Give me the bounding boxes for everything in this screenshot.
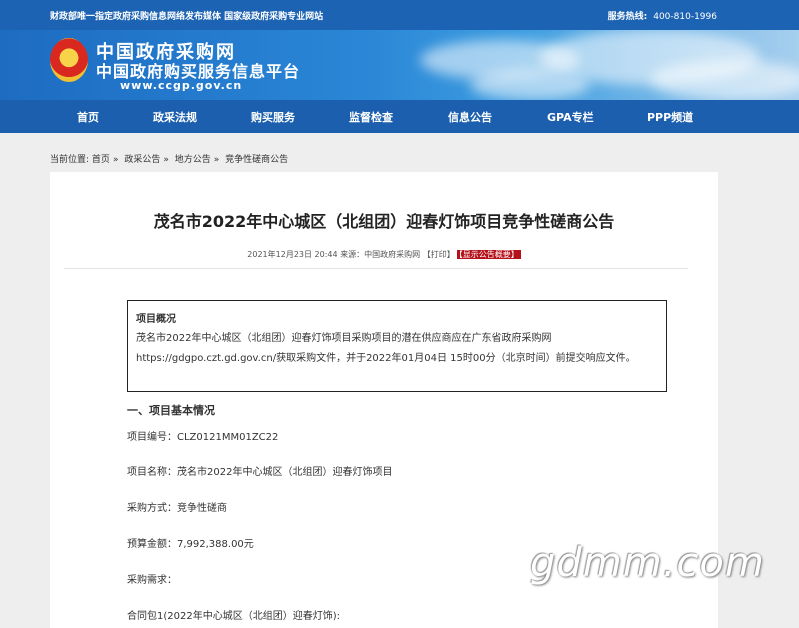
print-link[interactable]: 【打印】 <box>423 250 455 259</box>
field-project-number: 项目编号：CLZ0121MM01ZC22 <box>127 432 279 443</box>
breadcrumb-local[interactable]: 地方公告 <box>175 155 211 165</box>
overview-line: 茂名市2022年中心城区（北组团）迎春灯饰项目采购项目的潜在供应商应在广东省政府… <box>136 333 552 344</box>
nav-item-purchase-services[interactable]: 购买服务 <box>251 109 295 125</box>
breadcrumb-competitive-negotiation[interactable]: 竞争性磋商公告 <box>225 155 288 165</box>
main-nav: 首页 政采法规 购买服务 监督检查 信息公告 GPA专栏 PPP频道 <box>0 100 799 133</box>
project-overview-box: 项目概况 茂名市2022年中心城区（北组团）迎春灯饰项目采购项目的潜在供应商应在… <box>127 300 667 392</box>
breadcrumb-announcements[interactable]: 政采公告 <box>124 155 160 165</box>
nav-item-regulations[interactable]: 政采法规 <box>153 109 197 125</box>
publish-datetime: 2021年12月23日 20:44 <box>247 250 338 259</box>
show-summary-button[interactable]: 【显示公告概要】 <box>456 250 521 259</box>
overview-line: https://gdgpo.czt.gd.gov.cn/获取采购文件，并于202… <box>136 353 636 364</box>
breadcrumb-separator: » <box>213 155 220 165</box>
title-divider <box>64 268 688 269</box>
nav-item-home[interactable]: 首页 <box>77 109 99 125</box>
article-meta: 2021年12月23日 20:44 来源：中国政府采购网 【打印】 【显示公告概要… <box>50 249 718 260</box>
top-notice-bar: 财政部唯一指定政府采购信息网络发布媒体 国家级政府采购专业网站 服务热线: 400… <box>0 0 799 30</box>
nav-item-supervision[interactable]: 监督检查 <box>349 109 393 125</box>
overview-heading: 项目概况 <box>136 314 176 325</box>
article-title: 茂名市2022年中心城区（北组团）迎春灯饰项目竞争性磋商公告 <box>153 212 615 231</box>
hotline-label: 服务热线: <box>607 12 648 22</box>
breadcrumb-prefix: 当前位置: <box>50 155 90 165</box>
breadcrumb-home[interactable]: 首页 <box>92 155 110 165</box>
site-banner: 中国政府采购网 中国政府购买服务信息平台 www.ccgp.gov.cn <box>0 30 799 100</box>
hotline-number: 400-810-1996 <box>653 12 717 22</box>
breadcrumb-separator: » <box>163 155 169 165</box>
field-project-name: 项目名称：茂名市2022年中心城区（北组团）迎春灯饰项目 <box>127 467 393 478</box>
breadcrumb: 当前位置: 首页» 政采公告» 地方公告» 竞争性磋商公告 <box>50 152 288 165</box>
service-hotline: 服务热线: 400-810-1996 <box>608 9 717 22</box>
article-source: 来源：中国政府采购网 <box>340 250 421 259</box>
site-notice: 财政部唯一指定政府采购信息网络发布媒体 国家级政府采购专业网站 <box>50 12 324 22</box>
field-requirements: 采购需求： <box>127 575 177 586</box>
nav-item-gpa[interactable]: GPA专栏 <box>547 109 594 125</box>
nav-item-announcements[interactable]: 信息公告 <box>448 109 492 125</box>
breadcrumb-separator: » <box>112 155 119 165</box>
national-emblem-icon[interactable] <box>50 38 88 82</box>
watermark: gdmm.com <box>530 540 765 586</box>
field-contract-package: 合同包1(2022年中心城区（北组团）迎春灯饰): <box>127 611 340 622</box>
field-budget: 预算金额：7,992,388.00元 <box>127 539 254 550</box>
section-title: 一、项目基本情况 <box>127 404 215 417</box>
site-logo-url[interactable]: www.ccgp.gov.cn <box>120 79 242 92</box>
field-procurement-method: 采购方式：竞争性磋商 <box>127 503 227 514</box>
nav-item-ppp[interactable]: PPP频道 <box>647 109 693 125</box>
